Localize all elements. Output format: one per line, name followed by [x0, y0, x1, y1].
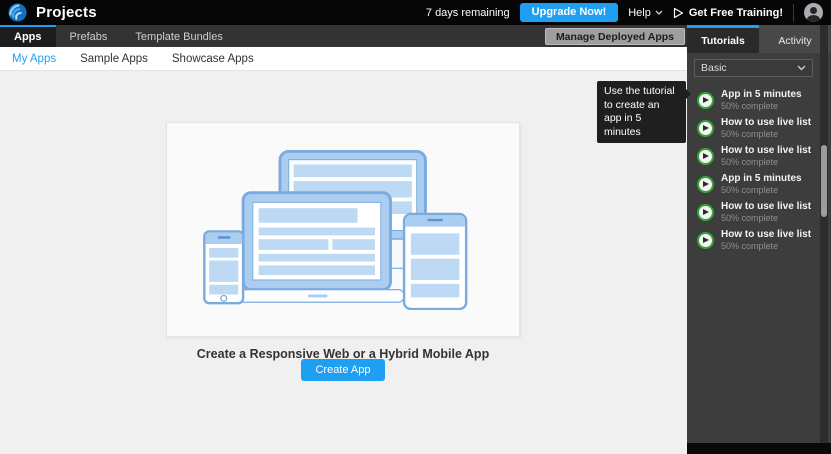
tab-template-bundles[interactable]: Template Bundles — [121, 25, 236, 47]
tab-tutorials[interactable]: Tutorials — [687, 25, 759, 53]
panel-scrollbar-track — [820, 25, 828, 443]
secondary-tabbar: My Apps Sample Apps Showcase Apps — [0, 47, 687, 71]
help-menu[interactable]: Help — [628, 7, 663, 19]
selected-level: Basic — [701, 62, 797, 74]
chevron-down-icon — [797, 65, 806, 71]
upgrade-now-button[interactable]: Upgrade Now! — [520, 3, 619, 22]
play-triangle — [703, 97, 709, 103]
laptop-illustration — [230, 192, 405, 302]
panel-tabbar: Tutorials Activity — [687, 25, 831, 53]
subtab-sample-apps[interactable]: Sample Apps — [80, 53, 148, 65]
play-triangle — [703, 125, 709, 131]
tutorial-item[interactable]: How to use live list 50% complete — [687, 198, 831, 226]
empty-state-card — [166, 122, 520, 337]
primary-tabbar: Apps Prefabs Template Bundles Manage Dep… — [0, 25, 687, 47]
avatar-head — [810, 7, 817, 14]
tutorial-item[interactable]: How to use live list 50% complete — [687, 142, 831, 170]
tooltip-text: Use the tutorial to create an app in 5 m… — [604, 85, 675, 138]
tutorial-item[interactable]: How to use live list 50% complete — [687, 114, 831, 142]
create-app-button[interactable]: Create App — [301, 359, 384, 381]
topbar-actions: 7 days remaining Upgrade Now! Help Get F… — [426, 3, 823, 22]
get-free-training-link[interactable]: Get Free Training! — [673, 7, 783, 19]
trial-remaining-text: 7 days remaining — [426, 7, 510, 19]
tutorial-progress: 50% complete — [721, 241, 811, 252]
tutorial-title: App in 5 minutes — [721, 89, 802, 101]
panel-scrollbar-thumb[interactable] — [821, 145, 827, 217]
panel-bottom-strip — [687, 443, 831, 454]
tab-apps[interactable]: Apps — [0, 25, 56, 47]
training-label: Get Free Training! — [689, 7, 783, 19]
phone-illustration — [204, 231, 243, 303]
tab-prefabs[interactable]: Prefabs — [56, 25, 122, 47]
tutorial-item[interactable]: How to use live list 50% complete — [687, 226, 831, 254]
app-window: Projects 7 days remaining Upgrade Now! H… — [0, 0, 831, 454]
tutorial-progress: 50% complete — [721, 185, 802, 196]
main-content: Create a Responsive Web or a Hybrid Mobi… — [0, 71, 687, 454]
play-circle-icon[interactable] — [697, 120, 714, 137]
play-circle-icon[interactable] — [697, 176, 714, 193]
play-circle-icon[interactable] — [697, 204, 714, 221]
tutorial-progress: 50% complete — [721, 101, 802, 112]
play-triangle — [703, 237, 709, 243]
topbar-divider — [793, 4, 794, 22]
tutorials-panel: Tutorials Activity Basic App in 5 minute… — [687, 25, 831, 454]
play-triangle — [703, 209, 709, 215]
play-triangle — [703, 181, 709, 187]
top-header-bar: Projects 7 days remaining Upgrade Now! H… — [0, 0, 831, 25]
tutorial-tooltip: Use the tutorial to create an app in 5 m… — [597, 81, 686, 143]
tutorial-item[interactable]: App in 5 minutes 50% complete — [687, 170, 831, 198]
avatar-body — [807, 15, 820, 23]
tutorial-list: App in 5 minutes 50% complete How to use… — [687, 82, 831, 258]
user-avatar-icon[interactable] — [804, 3, 823, 22]
tutorial-title: How to use live list — [721, 229, 811, 241]
tutorial-title: How to use live list — [721, 201, 811, 213]
manage-deployed-apps-button[interactable]: Manage Deployed Apps — [545, 28, 685, 45]
tutorial-title: App in 5 minutes — [721, 173, 802, 185]
subtab-my-apps[interactable]: My Apps — [12, 53, 56, 65]
chevron-down-icon — [655, 10, 663, 15]
tutorial-level-select[interactable]: Basic — [694, 59, 813, 77]
devices-illustration — [202, 150, 484, 310]
play-outline-icon — [673, 7, 684, 19]
tutorial-progress: 50% complete — [721, 157, 811, 168]
tooltip-arrow — [686, 89, 691, 99]
play-circle-icon[interactable] — [697, 92, 714, 109]
tutorial-progress: 50% complete — [721, 129, 811, 140]
subtab-showcase-apps[interactable]: Showcase Apps — [172, 53, 254, 65]
play-triangle — [703, 153, 709, 159]
page-title: Projects — [36, 4, 97, 21]
tutorial-progress: 50% complete — [721, 213, 811, 224]
tutorial-title: How to use live list — [721, 145, 811, 157]
wavemaker-logo-icon[interactable] — [8, 3, 27, 22]
play-circle-icon[interactable] — [697, 148, 714, 165]
tutorial-title: How to use live list — [721, 117, 811, 129]
tutorial-item[interactable]: App in 5 minutes 50% complete — [687, 86, 831, 114]
help-label: Help — [628, 7, 651, 19]
play-circle-icon[interactable] — [697, 232, 714, 249]
tablet-illustration — [404, 214, 466, 309]
